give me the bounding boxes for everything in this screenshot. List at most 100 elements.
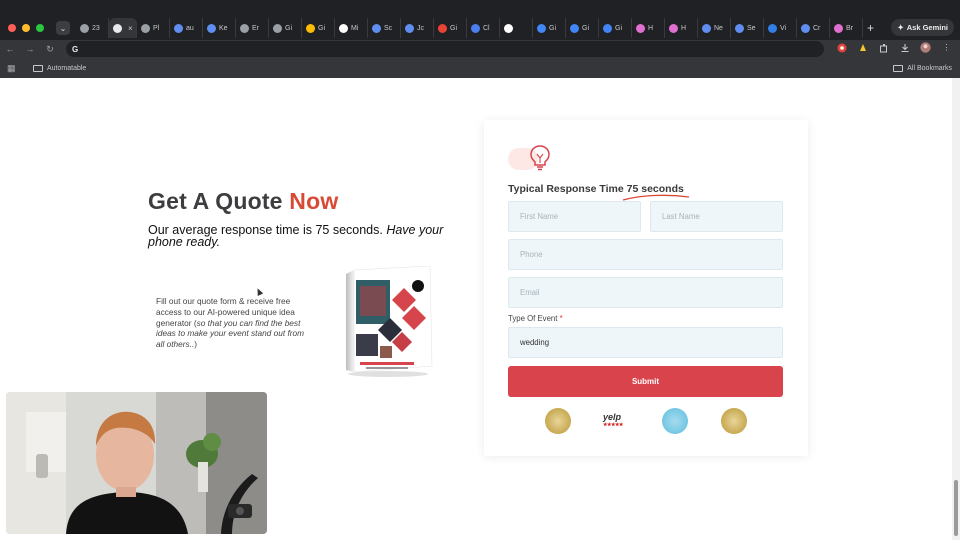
toolbar-icons: ⋮	[836, 42, 952, 53]
yelp-logo-text: yelp	[603, 412, 622, 422]
tab-label: Ke	[219, 24, 228, 32]
last-name-input[interactable]: Last Name	[650, 201, 783, 232]
maximize-window-button[interactable]	[36, 24, 44, 32]
minimize-window-button[interactable]	[22, 24, 30, 32]
event-type-input[interactable]: wedding	[508, 327, 783, 358]
tab-label: Cr	[813, 24, 821, 32]
folder-icon	[893, 64, 904, 72]
browser-tab[interactable]	[500, 18, 533, 38]
trust-badges: yelp ★★★★★	[484, 406, 808, 436]
browser-tab[interactable]: H	[665, 18, 698, 38]
tab-favicon-icon	[735, 23, 744, 33]
apps-grid-icon[interactable]: ▦	[7, 63, 17, 74]
tab-favicon-icon	[372, 23, 381, 33]
tab-favicon-icon	[80, 23, 89, 33]
browser-tab[interactable]: Cl	[467, 18, 500, 38]
event-type-value: wedding	[520, 338, 550, 347]
email-placeholder: Email	[520, 288, 540, 297]
profile-avatar[interactable]	[920, 42, 931, 53]
bookmarks-bar: ▦ Automatable All Bookmarks	[0, 58, 960, 78]
browser-tab[interactable]: Gi	[269, 18, 302, 38]
event-label-text: Type Of Event	[508, 314, 558, 323]
tab-search-button[interactable]: ⌄	[56, 21, 70, 35]
webcam-overlay	[6, 392, 267, 534]
new-tab-button[interactable]: +	[867, 21, 874, 35]
browser-tab[interactable]: Se	[731, 18, 764, 38]
lightbulb-icon	[508, 142, 552, 174]
browser-tab[interactable]: Cr	[797, 18, 830, 38]
tab-favicon-icon	[669, 23, 678, 33]
browser-tab[interactable]: Jc	[401, 18, 434, 38]
browser-tab[interactable]: Gi	[533, 18, 566, 38]
extension-highlight-icon[interactable]	[857, 42, 868, 53]
tab-favicon-icon	[603, 23, 612, 33]
tab-label: Jc	[417, 24, 424, 32]
last-name-placeholder: Last Name	[662, 212, 700, 221]
close-window-button[interactable]	[8, 24, 16, 32]
first-name-input[interactable]: First Name	[508, 201, 641, 232]
download-icon[interactable]	[899, 42, 910, 53]
browser-tab[interactable]: Br	[830, 18, 863, 38]
browser-tab[interactable]: Mi	[335, 18, 368, 38]
scrollbar-thumb[interactable]	[954, 480, 958, 536]
required-asterisk: *	[559, 314, 563, 323]
browser-tab[interactable]: Ke	[203, 18, 236, 38]
tab-favicon-icon	[537, 23, 546, 33]
browser-tab[interactable]: Sc	[368, 18, 401, 38]
omnibox-text: G	[72, 44, 79, 54]
mouse-cursor	[254, 287, 264, 296]
tab-label: Mi	[351, 24, 359, 32]
phone-placeholder: Phone	[520, 250, 543, 259]
tab-label: Er	[252, 24, 259, 32]
submit-button[interactable]: Submit	[508, 366, 783, 397]
all-bookmarks-label: All Bookmarks	[907, 64, 952, 72]
browser-tab[interactable]: 23	[76, 18, 109, 38]
browser-tab[interactable]: Gi	[566, 18, 599, 38]
bookmark-folder-label: Automatable	[47, 64, 87, 72]
tab-label: Pl	[153, 24, 160, 32]
tab-favicon-icon	[702, 23, 711, 33]
menu-kebab-icon[interactable]: ⋮	[941, 42, 952, 53]
submit-label: Submit	[631, 377, 660, 386]
email-input[interactable]: Email	[508, 277, 783, 308]
back-icon[interactable]: ←	[0, 44, 20, 54]
browser-tab[interactable]: Er	[236, 18, 269, 38]
tab-favicon-icon	[504, 23, 513, 33]
browser-tab[interactable]: Gi	[599, 18, 632, 38]
title-main: Get A Quote	[148, 188, 290, 214]
page-scrollbar[interactable]	[952, 78, 960, 540]
close-tab-icon[interactable]: ×	[128, 24, 133, 33]
phone-input[interactable]: Phone	[508, 239, 783, 270]
tab-label: Gi	[318, 24, 325, 32]
tab-favicon-icon	[801, 23, 810, 33]
title-accent: Now	[289, 188, 339, 214]
browser-tab[interactable]: Ne	[698, 18, 731, 38]
tab-favicon-icon	[834, 23, 843, 33]
browser-tab[interactable]: Gi	[434, 18, 467, 38]
bookmark-folder-automatable[interactable]: Automatable	[33, 64, 87, 72]
tab-label: 23	[92, 24, 100, 32]
all-bookmarks-button[interactable]: All Bookmarks	[893, 64, 952, 72]
address-bar[interactable]: G	[66, 41, 824, 57]
browser-tab[interactable]: Pl	[137, 18, 170, 38]
browser-tab[interactable]: ×	[109, 18, 137, 38]
tab-label: H	[648, 24, 654, 32]
forward-icon[interactable]: →	[20, 44, 40, 54]
tab-label: Gi	[450, 24, 457, 32]
planner-badge-icon	[662, 408, 688, 434]
tab-label: Gi	[615, 24, 622, 32]
extensions-puzzle-icon[interactable]	[878, 42, 889, 53]
browser-toolbar: ← → ↻ G ⋮	[0, 40, 960, 58]
browser-tab[interactable]: H	[632, 18, 665, 38]
body-end: )	[194, 339, 198, 350]
browser-tab[interactable]: Gi	[302, 18, 335, 38]
tab-favicon-icon	[174, 23, 183, 33]
browser-tab[interactable]: Vi	[764, 18, 797, 38]
reload-icon[interactable]: ↻	[40, 44, 60, 55]
ask-gemini-button[interactable]: ✦ Ask Gemini	[891, 19, 954, 36]
browser-tab[interactable]: au	[170, 18, 203, 38]
extension-record-icon[interactable]	[836, 42, 847, 53]
tab-favicon-icon	[570, 23, 579, 33]
tab-favicon-icon	[306, 23, 315, 33]
first-name-placeholder: First Name	[520, 212, 559, 221]
